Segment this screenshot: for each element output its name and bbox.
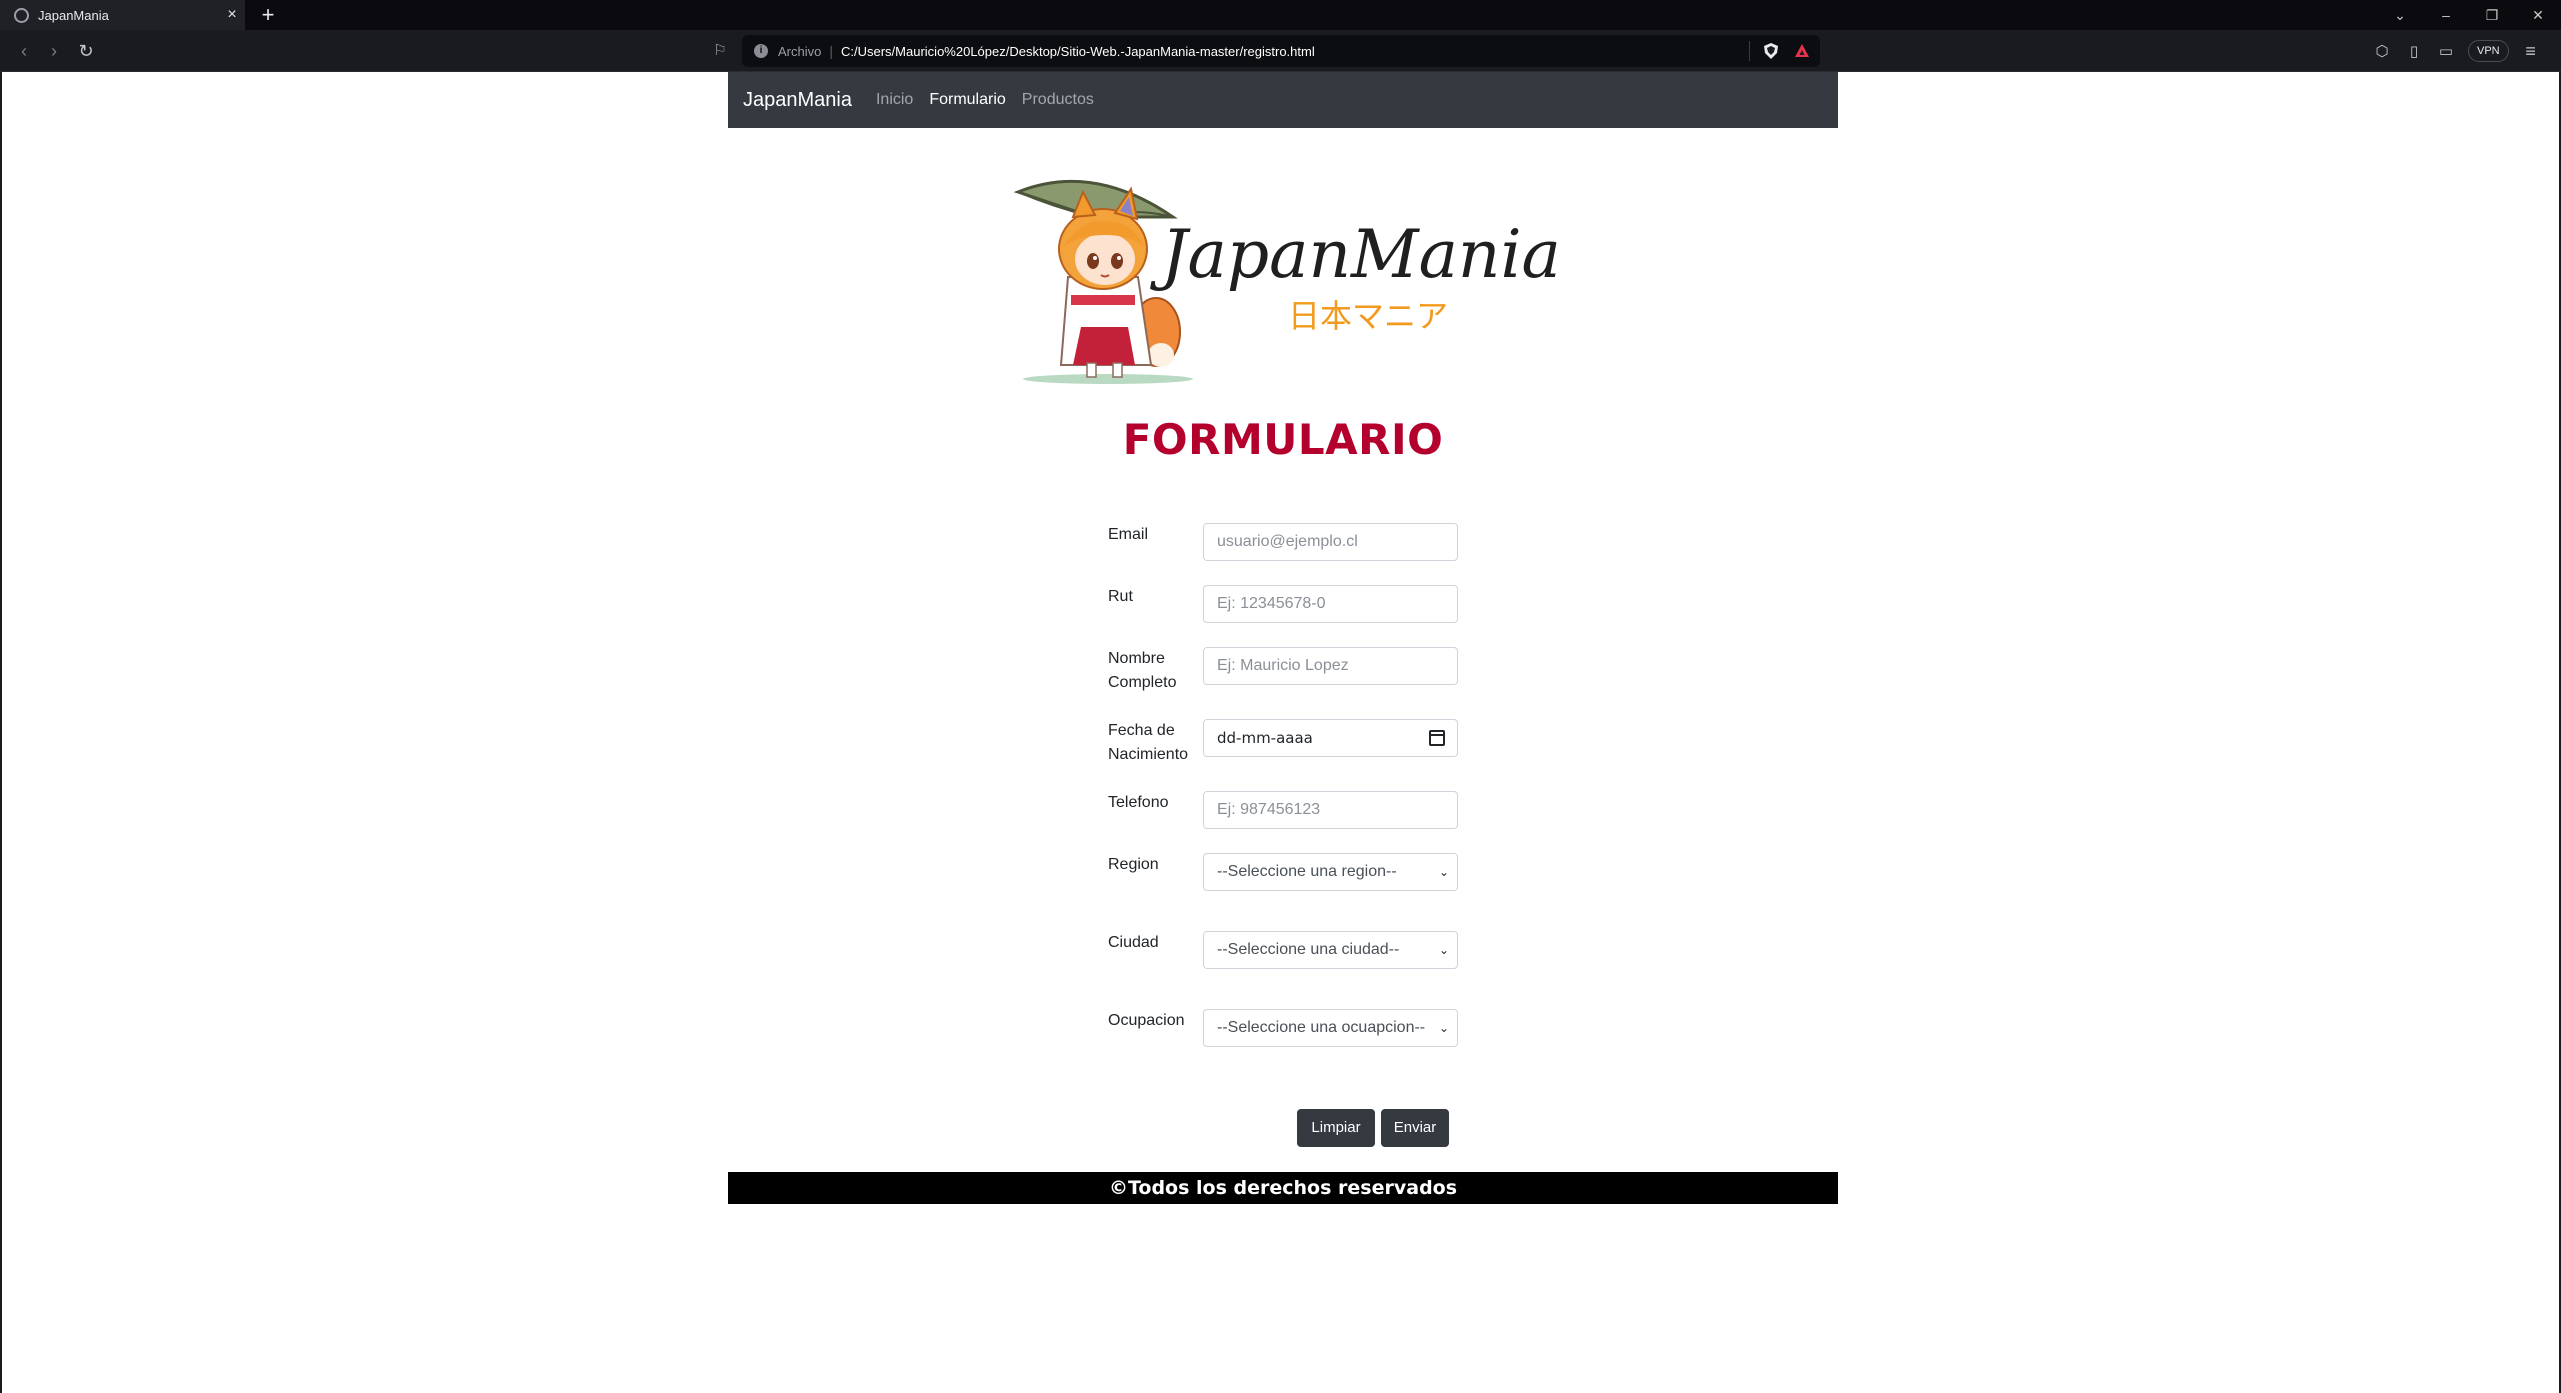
submit-button[interactable]: Enviar	[1381, 1109, 1449, 1147]
region-label: Region	[1108, 856, 1159, 873]
ocupacion-select[interactable]: --Seleccione una ocuapcion-- ⌄	[1203, 1009, 1458, 1047]
close-tab-icon[interactable]: ×	[219, 6, 245, 24]
address-bar[interactable]: i Archivo | C:/Users/Mauricio%20López/De…	[742, 35, 1820, 67]
toolbar-right-tools: ⬡ ▯ ▭ VPN ≡	[2366, 30, 2547, 72]
vpn-button[interactable]: VPN	[2468, 40, 2509, 62]
browser-tab-strip: JapanMania × + ⌄ – ❐ ✕	[0, 0, 2561, 30]
calendar-icon[interactable]	[1429, 730, 1445, 746]
page-viewport: JapanMania Inicio Formulario Productos J…	[0, 72, 2561, 1393]
wallet-icon[interactable]: ▭	[2430, 42, 2462, 60]
url-divider	[1749, 41, 1750, 61]
close-window-button[interactable]: ✕	[2515, 0, 2561, 30]
nombre-label: Nombre Completo	[1108, 650, 1177, 691]
ciudad-label: Ciudad	[1108, 934, 1159, 951]
region-selected: --Seleccione una region--	[1217, 863, 1397, 880]
email-label: Email	[1108, 526, 1149, 543]
rut-field[interactable]	[1203, 585, 1458, 623]
nav-link-inicio[interactable]: Inicio	[876, 91, 913, 109]
fecha-label: Fecha de Nacimiento	[1108, 722, 1189, 763]
site-navbar: JapanMania Inicio Formulario Productos	[728, 72, 1838, 128]
url-scheme: Archivo	[778, 43, 822, 59]
browser-tab[interactable]: JapanMania ×	[0, 0, 245, 30]
tab-title: JapanMania	[38, 7, 109, 23]
forward-button[interactable]: ›	[38, 30, 70, 72]
window-controls: ⌄ – ❐ ✕	[2377, 0, 2561, 30]
clear-button[interactable]: Limpiar	[1297, 1109, 1375, 1147]
nav-link-formulario[interactable]: Formulario	[929, 91, 1005, 109]
info-icon[interactable]: i	[754, 44, 768, 58]
email-field[interactable]	[1203, 523, 1458, 561]
ciudad-select[interactable]: --Seleccione una ciudad-- ⌄	[1203, 931, 1458, 969]
back-button[interactable]: ‹	[8, 30, 40, 72]
restore-button[interactable]: ❐	[2469, 0, 2515, 30]
chevron-down-icon: ⌄	[1438, 865, 1449, 879]
japanmania-logo: JapanMania 日本マニア	[1013, 179, 1561, 384]
bookmark-icon[interactable]: ⚐	[706, 30, 734, 72]
telefono-field[interactable]	[1203, 791, 1458, 829]
browser-toolbar: ‹ › ↻ ⚐ i Archivo | C:/Users/Mauricio%20…	[0, 30, 2561, 72]
url-text[interactable]: C:/Users/Mauricio%20López/Desktop/Sitio-…	[841, 44, 1749, 59]
shield-icon[interactable]	[1764, 43, 1778, 59]
telefono-label: Telefono	[1108, 794, 1169, 811]
extensions-icon[interactable]: ⬡	[2366, 42, 2398, 60]
page-container: JapanMania Inicio Formulario Productos J…	[728, 72, 1838, 1204]
chevron-down-icon: ⌄	[1438, 943, 1449, 957]
form-title: FORMULARIO	[1122, 415, 1444, 464]
minimize-button[interactable]: –	[2423, 0, 2469, 30]
globe-icon	[14, 7, 29, 23]
ocupacion-label: Ocupacion	[1108, 1012, 1185, 1029]
site-footer: ©Todos los derechos reservados	[728, 1172, 1838, 1204]
ciudad-selected: --Seleccione una ciudad--	[1217, 941, 1400, 958]
logo-subtitle: 日本マニア	[1288, 297, 1448, 335]
new-tab-button[interactable]: +	[256, 0, 280, 30]
tab-search-icon[interactable]: ⌄	[2377, 0, 2423, 30]
chevron-down-icon: ⌄	[1438, 1021, 1449, 1035]
fecha-field[interactable]: dd-mm-aaaa	[1203, 719, 1458, 757]
rewards-icon[interactable]	[1794, 43, 1810, 59]
nav-link-productos[interactable]: Productos	[1022, 91, 1094, 109]
reload-button[interactable]: ↻	[70, 30, 102, 72]
nombre-field[interactable]	[1203, 647, 1458, 685]
sidebar-icon[interactable]: ▯	[2398, 42, 2430, 60]
navbar-brand[interactable]: JapanMania	[743, 89, 852, 112]
ocupacion-selected: --Seleccione una ocuapcion--	[1217, 1019, 1426, 1036]
region-select[interactable]: --Seleccione una region-- ⌄	[1203, 853, 1458, 891]
fecha-value: dd-mm-aaaa	[1217, 729, 1313, 747]
menu-icon[interactable]: ≡	[2515, 41, 2547, 62]
logo-text: JapanMania	[1149, 216, 1561, 293]
url-separator: |	[829, 43, 833, 59]
rut-label: Rut	[1108, 588, 1133, 605]
